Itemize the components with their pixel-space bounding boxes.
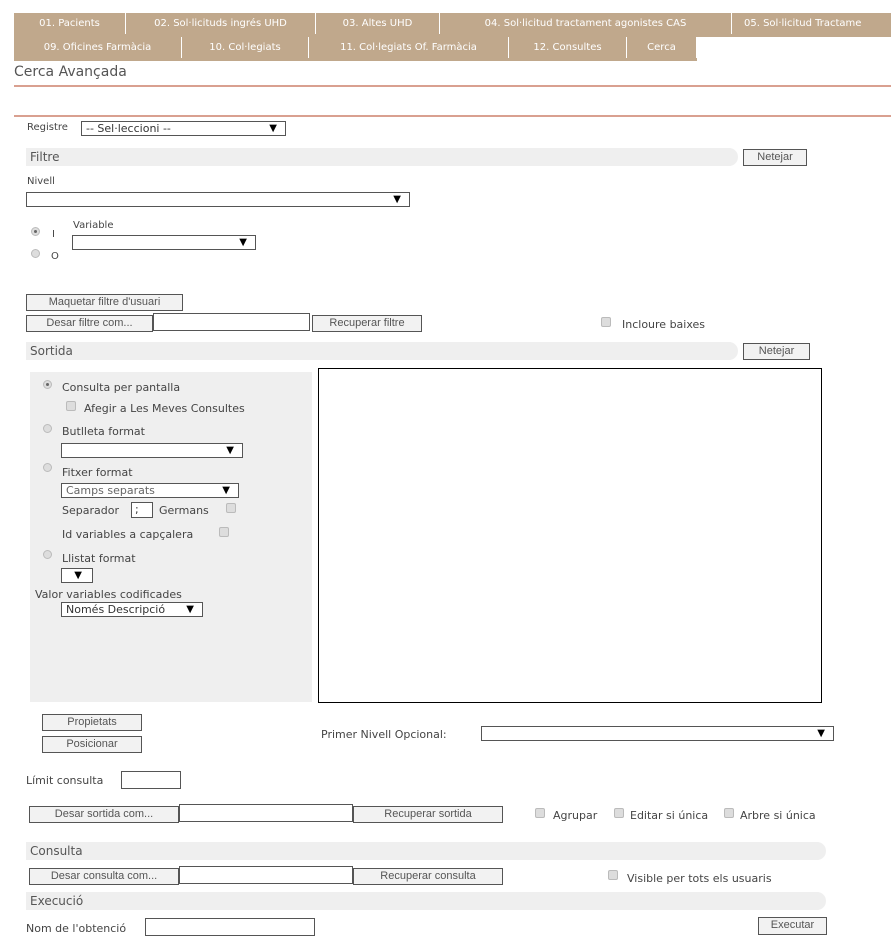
tab-consultes[interactable]: 12. Consultes	[509, 37, 627, 58]
executar-button[interactable]: Executar	[758, 917, 827, 935]
valor-variables-label: Valor variables codificades	[35, 588, 182, 601]
editar-checkbox[interactable]	[614, 808, 624, 818]
camps-select[interactable]: Camps separats ▼	[61, 483, 239, 498]
visible-label: Visible per tots els usuaris	[627, 872, 772, 885]
tab-altes-uhd[interactable]: 03. Altes UHD	[316, 13, 440, 34]
header-divider	[14, 115, 891, 117]
afegir-label: Afegir a Les Meves Consultes	[84, 402, 245, 415]
arbre-label: Arbre si única	[740, 809, 816, 822]
nivell-label: Nivell	[27, 176, 55, 187]
desar-filtre-button[interactable]: Desar filtre com...	[26, 315, 153, 332]
recuperar-sortida-button[interactable]: Recuperar sortida	[353, 806, 503, 823]
maquetar-filtre-button[interactable]: Maquetar filtre d'usuari	[26, 294, 183, 311]
logic-or-radio[interactable]	[31, 249, 40, 258]
execucio-header: Execució	[26, 892, 826, 910]
primer-nivell-select[interactable]: ▼	[481, 726, 834, 741]
sortida-header: Sortida	[26, 342, 738, 360]
variable-label: Variable	[73, 220, 114, 231]
agrupar-checkbox[interactable]	[535, 808, 545, 818]
agrupar-label: Agrupar	[553, 809, 598, 822]
id-variables-checkbox[interactable]	[219, 527, 229, 537]
dropdown-arrow-icon: ▼	[239, 237, 247, 248]
desar-consulta-button[interactable]: Desar consulta com...	[29, 868, 179, 885]
dropdown-arrow-icon: ▼	[186, 604, 194, 615]
afegir-checkbox[interactable]	[66, 401, 76, 411]
logic-or-label: O	[51, 251, 59, 262]
id-variables-label: Id variables a capçalera	[62, 528, 194, 541]
title-divider	[14, 85, 891, 87]
llistat-select[interactable]: ▼	[61, 568, 93, 583]
consulta-pantalla-label: Consulta per pantalla	[62, 381, 181, 394]
filtre-clear-button[interactable]: Netejar	[743, 149, 807, 166]
butlleta-radio[interactable]	[43, 424, 52, 433]
consulta-header: Consulta	[26, 842, 826, 860]
tab-oficines-farmacia[interactable]: 09. Oficines Farmàcia	[14, 37, 182, 58]
filtre-header: Filtre	[26, 148, 738, 166]
germans-checkbox[interactable]	[226, 503, 236, 513]
dropdown-arrow-icon: ▼	[393, 194, 401, 205]
logic-and-radio[interactable]	[31, 227, 40, 236]
posicionar-button[interactable]: Posicionar	[42, 736, 142, 753]
registre-label: Registre	[27, 122, 68, 133]
llistat-radio[interactable]	[43, 550, 52, 559]
dropdown-arrow-icon: ▼	[817, 728, 825, 739]
nivell-select[interactable]: ▼	[26, 192, 410, 207]
dropdown-arrow-icon: ▼	[74, 570, 82, 581]
tab-bar-blank	[697, 37, 891, 61]
separador-label: Separador	[62, 504, 119, 517]
nomes-select[interactable]: Només Descripció ▼	[61, 602, 203, 617]
butlleta-label: Butlleta format	[62, 425, 145, 438]
tab-cerca[interactable]: Cerca	[627, 37, 697, 58]
nomes-value: Només Descripció	[66, 603, 166, 616]
recuperar-consulta-button[interactable]: Recuperar consulta	[353, 868, 503, 885]
limit-label: Límit consulta	[26, 774, 104, 787]
tab-sollicitud-tractament[interactable]: 05. Sol·licitud Tractame	[732, 13, 891, 34]
nom-obtencio-label: Nom de l'obtenció	[26, 922, 127, 935]
propietats-button[interactable]: Propietats	[42, 714, 142, 731]
consulta-name-input[interactable]	[179, 866, 353, 884]
consulta-pantalla-radio[interactable]	[43, 380, 52, 389]
tab-collegiats[interactable]: 10. Col·legiats	[182, 37, 309, 58]
nom-obtencio-input[interactable]	[145, 918, 315, 936]
tab-collegiats-of-farmacia[interactable]: 11. Col·legiats Of. Farmàcia	[309, 37, 509, 58]
arbre-checkbox[interactable]	[724, 808, 734, 818]
tab-pacients[interactable]: 01. Pacients	[14, 13, 126, 34]
tab-bar: 01. Pacients 02. Sol·licituds ingrés UHD…	[14, 13, 891, 61]
fitxer-label: Fitxer format	[62, 466, 133, 479]
page-title: Cerca Avançada	[14, 64, 127, 80]
germans-label: Germans	[159, 504, 209, 517]
desar-sortida-button[interactable]: Desar sortida com...	[29, 806, 179, 823]
editar-label: Editar si única	[630, 809, 709, 822]
incloure-baixes-label: Incloure baixes	[622, 318, 706, 331]
variable-select[interactable]: ▼	[72, 235, 256, 250]
filtre-name-input[interactable]	[153, 313, 310, 331]
camps-value: Camps separats	[66, 484, 155, 497]
sortida-name-input[interactable]	[179, 804, 353, 822]
recuperar-filtre-button[interactable]: Recuperar filtre	[312, 315, 422, 332]
primer-nivell-label: Primer Nivell Opcional:	[321, 728, 447, 741]
incloure-baixes-checkbox[interactable]	[601, 317, 611, 327]
dropdown-arrow-icon: ▼	[269, 123, 277, 134]
dropdown-arrow-icon: ▼	[222, 485, 230, 496]
registre-select[interactable]: -- Sel·leccioni -- ▼	[81, 121, 286, 136]
separador-input[interactable]: ;	[131, 502, 153, 518]
sortida-clear-button[interactable]: Netejar	[743, 343, 810, 360]
output-preview-box[interactable]	[318, 368, 822, 703]
tab-sollicituds-ingres[interactable]: 02. Sol·licituds ingrés UHD	[126, 13, 316, 34]
registre-value: -- Sel·leccioni --	[86, 122, 171, 135]
tab-tractament-agonistes[interactable]: 04. Sol·licitud tractament agonistes CAS	[440, 13, 732, 34]
limit-input[interactable]	[121, 771, 181, 789]
butlleta-select[interactable]: ▼	[61, 443, 243, 458]
fitxer-radio[interactable]	[43, 463, 52, 472]
llistat-label: Llistat format	[62, 552, 136, 565]
dropdown-arrow-icon: ▼	[226, 445, 234, 456]
visible-checkbox[interactable]	[608, 870, 618, 880]
logic-and-label: I	[52, 229, 55, 240]
